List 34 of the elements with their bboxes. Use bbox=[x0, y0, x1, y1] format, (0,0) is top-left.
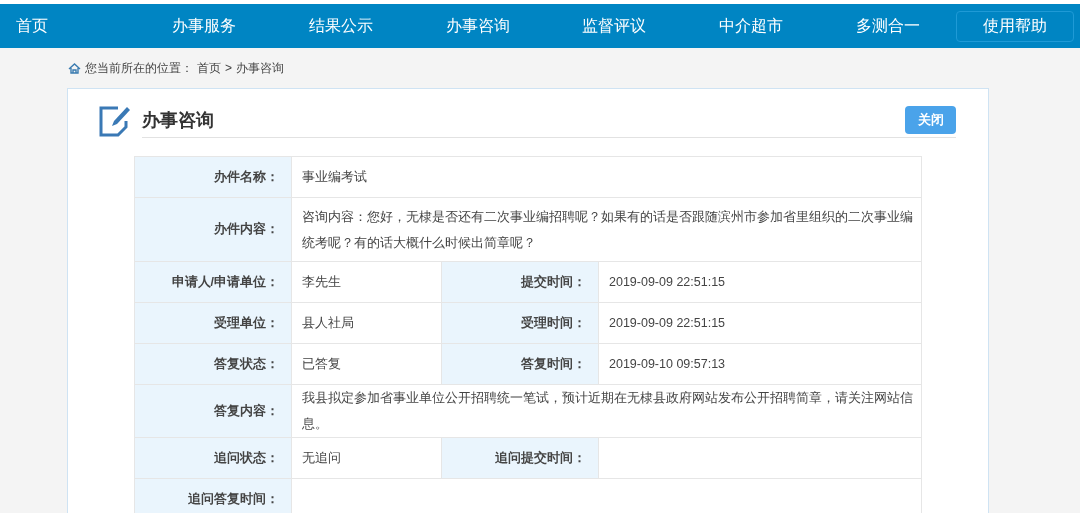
field-label-cell: 办件内容： bbox=[135, 198, 291, 261]
nav-link[interactable]: 多测合一 bbox=[819, 14, 957, 38]
nav-link[interactable]: 结果公示 bbox=[272, 14, 410, 38]
field-value-cell: 我县拟定参加省事业单位公开招聘统一笔试，预计近期在无棣县政府网站发布公开招聘简章，请关注网站信息。 bbox=[291, 385, 921, 437]
field-label-cell: 追问状态： bbox=[135, 438, 291, 478]
nav-link[interactable]: 中介超市 bbox=[682, 14, 820, 38]
home-icon bbox=[68, 62, 81, 74]
field-label-cell: 追问答复时间： bbox=[135, 479, 291, 513]
close-button[interactable]: 关闭 bbox=[905, 106, 956, 134]
field-label-cell: 答复状态： bbox=[135, 344, 291, 384]
field-label-cell: 办件名称： bbox=[135, 157, 291, 197]
field-value-cell: 2019-09-10 09:57:13 bbox=[598, 344, 921, 384]
breadcrumb-link[interactable]: 首页 bbox=[197, 59, 221, 77]
field-label-cell: 答复内容： bbox=[135, 385, 291, 437]
nav-link[interactable]: 监督评议 bbox=[546, 14, 683, 38]
nav-link[interactable]: 办事咨询 bbox=[409, 14, 547, 38]
field-label-cell: 提交时间： bbox=[441, 262, 598, 302]
field-value-cell: 事业编考试 bbox=[291, 157, 921, 197]
help-button[interactable]: 使用帮助 bbox=[956, 10, 1074, 42]
panel-title: 办事咨询 bbox=[142, 109, 214, 132]
edit-icon bbox=[98, 105, 131, 138]
nav-link[interactable]: 办事服务 bbox=[136, 14, 273, 38]
breadcrumb-separator: > bbox=[225, 60, 232, 77]
field-value-cell: 2019-09-09 22:51:15 bbox=[598, 303, 921, 343]
field-value-cell: 咨询内容：您好，无棣是否还有二次事业编招聘呢？如果有的话是否跟随滨州市参加省里组织的二次事业编统考呢？有的话大概什么时候出简章呢？ bbox=[291, 198, 921, 261]
field-label-cell: 申请人/申请单位： bbox=[135, 262, 291, 302]
nav-link[interactable]: 首页 bbox=[16, 14, 48, 38]
field-label-cell: 受理时间： bbox=[441, 303, 598, 343]
field-label-cell: 追问提交时间： bbox=[441, 438, 598, 478]
breadcrumb-link[interactable]: 办事咨询 bbox=[236, 59, 284, 77]
field-value-cell: 2019-09-09 22:51:15 bbox=[598, 262, 921, 302]
field-label-cell: 答复时间： bbox=[441, 344, 598, 384]
breadcrumb-label: 您当前所在的位置： bbox=[85, 60, 193, 77]
field-label-cell: 受理单位： bbox=[135, 303, 291, 343]
